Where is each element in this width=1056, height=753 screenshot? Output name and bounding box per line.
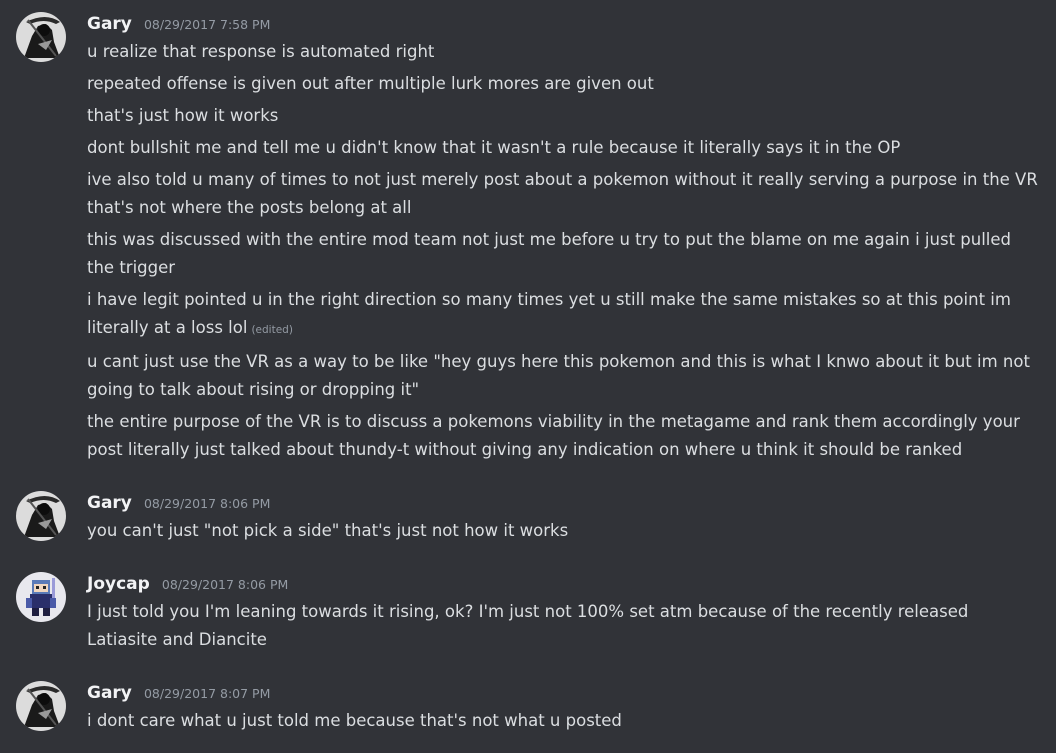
author-name[interactable]: Gary bbox=[87, 683, 132, 703]
message-list: I just told you I'm leaning towards it r… bbox=[87, 598, 1042, 658]
edited-label: (edited) bbox=[251, 324, 293, 336]
message-text: that's just how it works bbox=[87, 106, 279, 125]
message-list: u realize that response is automated rig… bbox=[87, 38, 1042, 468]
message-text: the entire purpose of the VR is to discu… bbox=[87, 412, 1020, 459]
reaper-avatar-icon[interactable] bbox=[16, 491, 66, 541]
message-text: ive also told u many of times to not jus… bbox=[87, 170, 1038, 217]
message-text: you can't just "not pick a side" that's … bbox=[87, 521, 569, 540]
message-text: I just told you I'm leaning towards it r… bbox=[87, 602, 969, 649]
message-list: you can't just "not pick a side" that's … bbox=[87, 517, 1042, 549]
message-text: u cant just use the VR as a way to be li… bbox=[87, 352, 1030, 399]
message-edited: i have legit pointed u in the right dire… bbox=[87, 286, 1042, 344]
message-timestamp: 08/29/2017 8:06 PM bbox=[143, 496, 271, 511]
message-timestamp: 08/29/2017 8:06 PM bbox=[161, 577, 289, 592]
reaper-avatar-icon[interactable] bbox=[16, 681, 66, 731]
message-timestamp: 08/29/2017 8:07 PM bbox=[143, 686, 271, 701]
message-text: u realize that response is automated rig… bbox=[87, 42, 435, 61]
message-text: this was discussed with the entire mod t… bbox=[87, 230, 1012, 277]
message-text: i dont care what u just told me because … bbox=[87, 711, 622, 730]
author-name[interactable]: Gary bbox=[87, 14, 132, 34]
reaper-avatar-icon[interactable] bbox=[16, 12, 66, 62]
author-name[interactable]: Joycap bbox=[87, 574, 150, 594]
pixel-character-avatar-icon[interactable] bbox=[16, 572, 66, 622]
message-timestamp: 08/29/2017 7:58 PM bbox=[143, 17, 271, 32]
message-list: i dont care what u just told me because … bbox=[87, 707, 1042, 739]
chat-log: Gary 08/29/2017 7:58 PM u realize that r… bbox=[0, 0, 1056, 753]
author-name[interactable]: Gary bbox=[87, 493, 132, 513]
message-text: repeated offense is given out after mult… bbox=[87, 74, 654, 93]
message-text: i have legit pointed u in the right dire… bbox=[87, 290, 1011, 337]
message-text: dont bullshit me and tell me u didn't kn… bbox=[87, 138, 901, 157]
